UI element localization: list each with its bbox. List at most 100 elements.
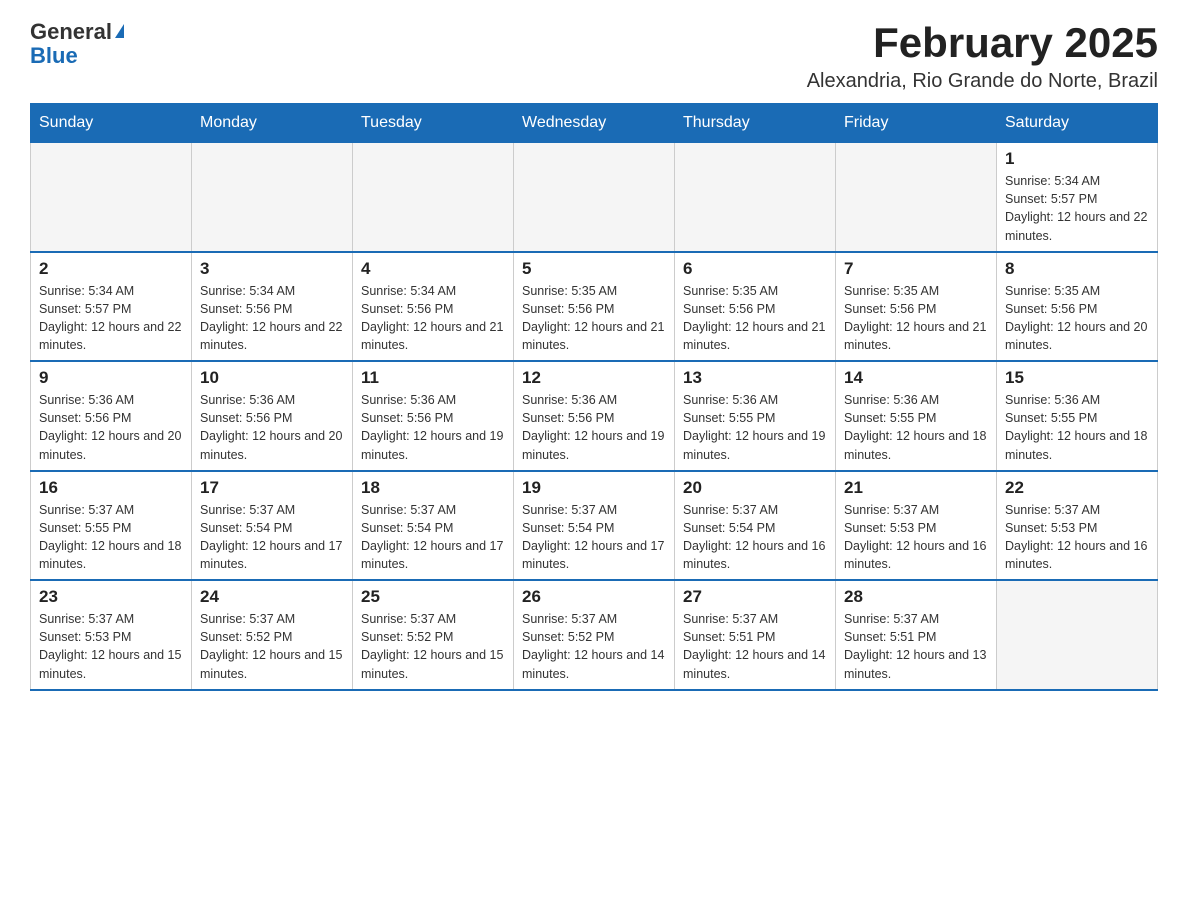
calendar-cell: 14 Sunrise: 5:36 AMSunset: 5:55 PMDayligh… [836,361,997,471]
calendar-body: 1Sunrise: 5:34 AMSunset: 5:57 PMDaylight… [31,143,1158,690]
calendar-cell [514,143,675,252]
calendar-cell: 26 Sunrise: 5:37 AMSunset: 5:52 PMDayligh… [514,580,675,690]
day-number: 5 [522,259,666,279]
day-number: 18 [361,478,505,498]
calendar-cell: 1Sunrise: 5:34 AMSunset: 5:57 PMDaylight… [997,143,1158,252]
day-info: Sunrise: 5:37 AMSunset: 5:52 PMDaylight:… [361,610,505,683]
day-info: Sunrise: 5:34 AMSunset: 5:56 PMDaylight:… [200,282,344,355]
day-info: Sunrise: 5:35 AMSunset: 5:56 PMDaylight:… [522,282,666,355]
weekday-header-tuesday: Tuesday [353,104,514,143]
day-number: 20 [683,478,827,498]
calendar-cell: 27 Sunrise: 5:37 AMSunset: 5:51 PMDayligh… [675,580,836,690]
calendar-cell: 12 Sunrise: 5:36 AMSunset: 5:56 PMDayligh… [514,361,675,471]
location-title: Alexandria, Rio Grande do Norte, Brazil [807,70,1158,93]
day-info: Sunrise: 5:34 AMSunset: 5:56 PMDaylight:… [361,282,505,355]
calendar-cell: 25Sunrise: 5:37 AMSunset: 5:52 PMDayligh… [353,580,514,690]
month-title: February 2025 [807,20,1158,66]
day-number: 19 [522,478,666,498]
calendar-cell: 28 Sunrise: 5:37 AMSunset: 5:51 PMDayligh… [836,580,997,690]
day-number: 2 [39,259,183,279]
day-info: Sunrise: 5:36 AMSunset: 5:55 PMDaylight:… [1005,391,1149,464]
calendar-week-row: 23Sunrise: 5:37 AMSunset: 5:53 PMDayligh… [31,580,1158,690]
day-number: 9 [39,368,183,388]
day-number: 3 [200,259,344,279]
day-info: Sunrise: 5:36 AMSunset: 5:56 PMDaylight:… [361,391,505,464]
calendar-cell: 11 Sunrise: 5:36 AMSunset: 5:56 PMDayligh… [353,361,514,471]
day-number: 21 [844,478,988,498]
calendar-cell: 19 Sunrise: 5:37 AMSunset: 5:54 PMDayligh… [514,471,675,581]
day-info: Sunrise: 5:36 AMSunset: 5:56 PMDaylight:… [39,391,183,464]
calendar-cell: 13 Sunrise: 5:36 AMSunset: 5:55 PMDayligh… [675,361,836,471]
day-info: Sunrise: 5:37 AMSunset: 5:54 PMDaylight:… [200,501,344,574]
page-header: General Blue February 2025 Alexandria, R… [30,20,1158,93]
day-number: 15 [1005,368,1149,388]
calendar-cell: 17 Sunrise: 5:37 AMSunset: 5:54 PMDayligh… [192,471,353,581]
day-number: 23 [39,587,183,607]
day-info: Sunrise: 5:36 AMSunset: 5:55 PMDaylight:… [683,391,827,464]
weekday-header-saturday: Saturday [997,104,1158,143]
day-info: Sunrise: 5:37 AMSunset: 5:54 PMDaylight:… [683,501,827,574]
calendar-cell: 10Sunrise: 5:36 AMSunset: 5:56 PMDayligh… [192,361,353,471]
calendar-week-row: 16Sunrise: 5:37 AMSunset: 5:55 PMDayligh… [31,471,1158,581]
calendar-cell [675,143,836,252]
day-number: 4 [361,259,505,279]
day-number: 16 [39,478,183,498]
calendar-cell: 6Sunrise: 5:35 AMSunset: 5:56 PMDaylight… [675,252,836,362]
day-info: Sunrise: 5:34 AMSunset: 5:57 PMDaylight:… [39,282,183,355]
calendar-header: SundayMondayTuesdayWednesdayThursdayFrid… [31,104,1158,143]
calendar-cell [997,580,1158,690]
day-number: 8 [1005,259,1149,279]
day-info: Sunrise: 5:37 AMSunset: 5:53 PMDaylight:… [844,501,988,574]
calendar-week-row: 9 Sunrise: 5:36 AMSunset: 5:56 PMDaylight… [31,361,1158,471]
day-number: 11 [361,368,505,388]
day-info: Sunrise: 5:37 AMSunset: 5:52 PMDaylight:… [522,610,666,683]
calendar-cell: 16Sunrise: 5:37 AMSunset: 5:55 PMDayligh… [31,471,192,581]
day-number: 22 [1005,478,1149,498]
day-number: 12 [522,368,666,388]
calendar-cell [836,143,997,252]
calendar-cell: 4 Sunrise: 5:34 AMSunset: 5:56 PMDaylight… [353,252,514,362]
weekday-header-monday: Monday [192,104,353,143]
day-number: 13 [683,368,827,388]
calendar-cell [192,143,353,252]
day-number: 24 [200,587,344,607]
day-number: 27 [683,587,827,607]
day-info: Sunrise: 5:37 AMSunset: 5:51 PMDaylight:… [844,610,988,683]
day-info: Sunrise: 5:37 AMSunset: 5:51 PMDaylight:… [683,610,827,683]
weekday-header-friday: Friday [836,104,997,143]
calendar-cell [31,143,192,252]
day-number: 7 [844,259,988,279]
day-info: Sunrise: 5:37 AMSunset: 5:52 PMDaylight:… [200,610,344,683]
calendar-cell [353,143,514,252]
day-info: Sunrise: 5:35 AMSunset: 5:56 PMDaylight:… [683,282,827,355]
day-number: 17 [200,478,344,498]
calendar-table: SundayMondayTuesdayWednesdayThursdayFrid… [30,103,1158,691]
calendar-week-row: 2 Sunrise: 5:34 AMSunset: 5:57 PMDaylight… [31,252,1158,362]
weekday-row: SundayMondayTuesdayWednesdayThursdayFrid… [31,104,1158,143]
day-number: 26 [522,587,666,607]
day-info: Sunrise: 5:36 AMSunset: 5:56 PMDaylight:… [200,391,344,464]
day-info: Sunrise: 5:34 AMSunset: 5:57 PMDaylight:… [1005,172,1149,245]
day-info: Sunrise: 5:37 AMSunset: 5:54 PMDaylight:… [522,501,666,574]
calendar-cell: 20 Sunrise: 5:37 AMSunset: 5:54 PMDayligh… [675,471,836,581]
logo: General Blue [30,20,124,68]
day-info: Sunrise: 5:35 AMSunset: 5:56 PMDaylight:… [844,282,988,355]
calendar-cell: 21 Sunrise: 5:37 AMSunset: 5:53 PMDayligh… [836,471,997,581]
day-info: Sunrise: 5:35 AMSunset: 5:56 PMDaylight:… [1005,282,1149,355]
calendar-cell: 22 Sunrise: 5:37 AMSunset: 5:53 PMDayligh… [997,471,1158,581]
day-info: Sunrise: 5:37 AMSunset: 5:53 PMDaylight:… [1005,501,1149,574]
day-info: Sunrise: 5:36 AMSunset: 5:56 PMDaylight:… [522,391,666,464]
day-number: 14 [844,368,988,388]
calendar-cell: 15 Sunrise: 5:36 AMSunset: 5:55 PMDayligh… [997,361,1158,471]
day-info: Sunrise: 5:36 AMSunset: 5:55 PMDaylight:… [844,391,988,464]
calendar-week-row: 1Sunrise: 5:34 AMSunset: 5:57 PMDaylight… [31,143,1158,252]
title-block: February 2025 Alexandria, Rio Grande do … [807,20,1158,93]
day-number: 28 [844,587,988,607]
logo-blue-text: Blue [30,44,78,68]
calendar-cell: 18Sunrise: 5:37 AMSunset: 5:54 PMDayligh… [353,471,514,581]
weekday-header-sunday: Sunday [31,104,192,143]
weekday-header-wednesday: Wednesday [514,104,675,143]
calendar-cell: 24 Sunrise: 5:37 AMSunset: 5:52 PMDayligh… [192,580,353,690]
weekday-header-thursday: Thursday [675,104,836,143]
logo-general-text: General [30,20,112,44]
